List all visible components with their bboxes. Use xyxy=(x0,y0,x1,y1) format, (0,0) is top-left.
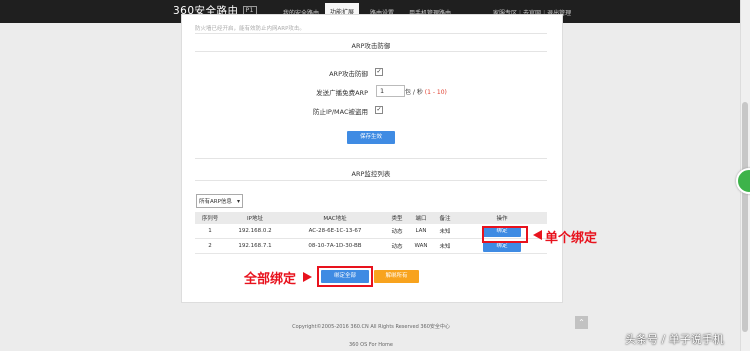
arp-defense-checkbox[interactable]: ✓ xyxy=(375,68,383,76)
cell-index: 1 xyxy=(195,224,225,239)
column-header: 备注 xyxy=(433,212,457,224)
column-header: IP地址 xyxy=(225,212,285,224)
broadcast-rate-input[interactable]: 1 xyxy=(376,85,405,97)
scrollbar-thumb[interactable] xyxy=(742,102,748,332)
copyright-text: Copyright©2005-2016 360.CN All Rights Re… xyxy=(292,324,450,330)
arp-defense-label: ARP攻击防御 xyxy=(329,70,368,78)
divider xyxy=(195,51,547,52)
bind-all-annotation: 全部绑定 xyxy=(244,272,297,287)
arp-filter-value: 所有ARP信息 xyxy=(199,199,232,205)
column-header: 端口 xyxy=(409,212,433,224)
broadcast-arp-label: 发送广播免费ARP xyxy=(316,89,368,97)
arrow-left-icon xyxy=(533,230,542,240)
bind-all-highlight xyxy=(317,266,373,287)
cell-port: LAN xyxy=(409,224,433,239)
divider xyxy=(195,33,547,34)
cell-mac: 08-10-7A-1D-30-BB xyxy=(285,238,385,254)
column-header: 序列号 xyxy=(195,212,225,224)
broadcast-rate-unit: 包 / 秒 (1 - 10) xyxy=(405,87,447,96)
firewall-hint-text: 防火墙已经开启，能有效防止内网ARP攻击。 xyxy=(195,26,305,32)
anti-spoof-label: 防止IP/MAC被盗用 xyxy=(312,108,368,116)
cell-ip: 192.168.7.1 xyxy=(225,238,285,254)
cell-ip: 192.168.0.2 xyxy=(225,224,285,239)
rate-unit-text: 包 / 秒 xyxy=(405,89,423,96)
divider xyxy=(195,158,547,159)
column-header: MAC地址 xyxy=(285,212,385,224)
arrow-right-icon xyxy=(303,272,312,282)
cell-index: 2 xyxy=(195,238,225,254)
cell-type: 动态 xyxy=(385,224,409,239)
chevron-up-icon: ⌃ xyxy=(578,318,585,327)
column-header: 操作 xyxy=(457,212,547,224)
cell-note: 未知 xyxy=(433,224,457,239)
arp-defense-title: ARP攻击防御 xyxy=(351,42,391,50)
unbind-all-button[interactable]: 解绑所有 xyxy=(374,270,419,283)
divider xyxy=(195,180,547,181)
cell-mac: AC-28-6E-1C-13-67 xyxy=(285,224,385,239)
watermark: 头条号 / 单子说手机 xyxy=(625,333,724,346)
rate-range-text: (1 - 10) xyxy=(424,89,447,96)
os-text: 360 OS For Home xyxy=(349,342,393,348)
single-bind-highlight xyxy=(482,226,528,243)
anti-spoof-checkbox[interactable]: ✓ xyxy=(375,106,383,114)
arp-filter-select[interactable]: 所有ARP信息 ▾ xyxy=(196,194,243,208)
cell-port: WAN xyxy=(409,238,433,254)
back-to-top-button[interactable]: ⌃ xyxy=(575,316,588,329)
column-header: 类型 xyxy=(385,212,409,224)
cell-note: 未知 xyxy=(433,238,457,254)
single-bind-annotation: 单个绑定 xyxy=(545,231,598,246)
cell-type: 动态 xyxy=(385,238,409,254)
table-header-row: 序列号 IP地址 MAC地址 类型 端口 备注 操作 xyxy=(195,212,547,224)
arp-monitor-title: ARP监控列表 xyxy=(351,170,391,178)
floating-assistant-icon[interactable] xyxy=(736,168,750,194)
save-button[interactable]: 保存生效 xyxy=(347,131,395,144)
chevron-down-icon: ▾ xyxy=(236,198,240,205)
